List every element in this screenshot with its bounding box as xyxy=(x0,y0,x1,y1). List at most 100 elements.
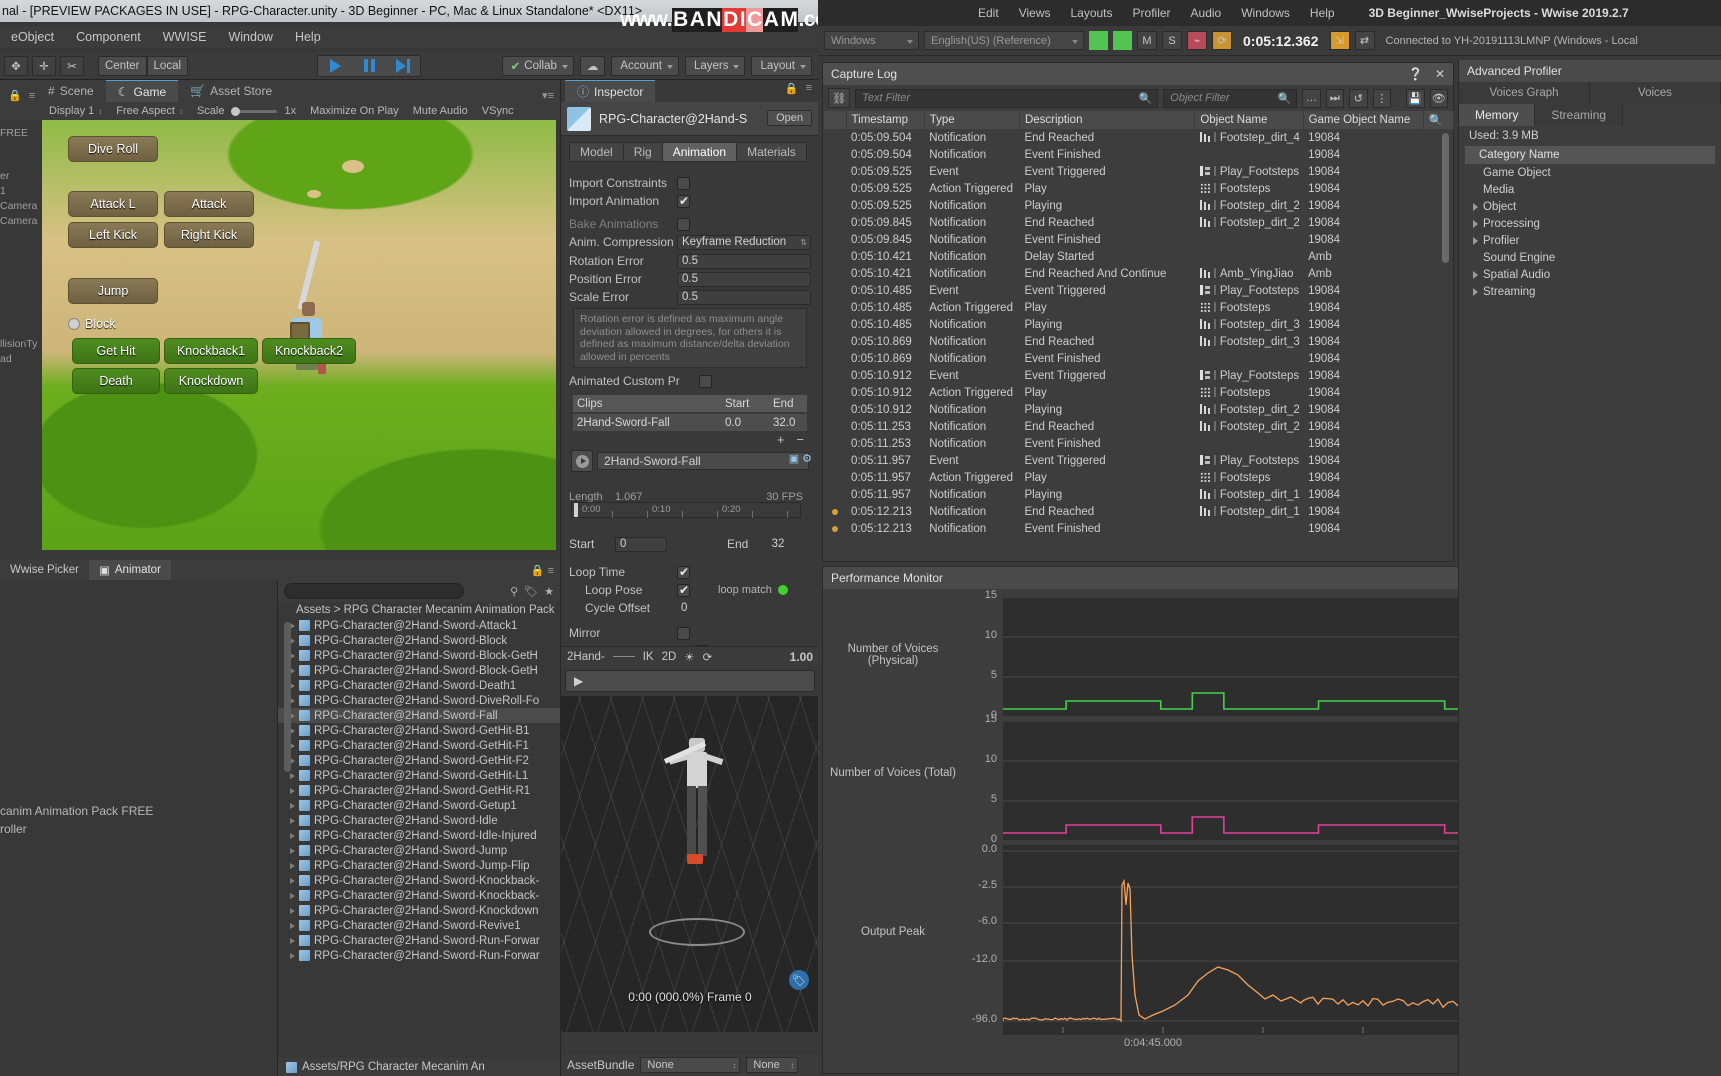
table-row[interactable]: 0:05:11.957 Notification Playing Footstep_d… xyxy=(824,486,1454,503)
category-row[interactable]: Profiler xyxy=(1459,232,1721,249)
asset-list-item[interactable]: RPG-Character@2Hand-Sword-Block-GetH xyxy=(278,663,560,678)
eye-icon[interactable]: 👁 xyxy=(1430,89,1448,108)
platform-dropdown[interactable]: Windows xyxy=(824,31,919,50)
collab-button[interactable]: ✔ Collab xyxy=(502,56,574,76)
asset-list-item[interactable]: RPG-Character@2Hand-Sword-Run-Forwar xyxy=(278,948,560,963)
follow-capture-button[interactable]: ⏭ xyxy=(1326,89,1344,108)
help-icon[interactable]: ❔ xyxy=(1408,67,1423,81)
project-search-input[interactable] xyxy=(284,583,464,599)
import-constraints-checkbox[interactable] xyxy=(677,177,690,190)
category-list[interactable]: Game Object Media Object Processing Profiler… xyxy=(1459,164,1721,300)
asset-list-item[interactable]: RPG-Character@2Hand-Sword-Idle-Injured xyxy=(278,828,560,843)
clip-timeline[interactable]: 0:00 0:10 0:20 xyxy=(571,502,801,518)
filter-label-icon[interactable]: 🏷 xyxy=(524,585,538,598)
table-row[interactable]: 0:05:11.957 Action Triggered Play Footsteps… xyxy=(824,469,1454,486)
capture-log-col-timestamp[interactable]: Timestamp xyxy=(846,111,924,129)
animated-custom-properties-checkbox[interactable] xyxy=(699,375,712,388)
table-row[interactable]: 0:05:11.957 Event Event Triggered Play_Foot… xyxy=(824,452,1454,469)
tab-game[interactable]: ☾ Game xyxy=(106,80,178,102)
table-row[interactable]: 0:05:11.253 Notification Event Finished 190… xyxy=(824,435,1454,452)
light-icon[interactable]: ☀ xyxy=(684,650,694,664)
table-row[interactable]: 0:05:12.213 Notification End Reached Footst… xyxy=(824,503,1454,520)
menu-help[interactable]: Help xyxy=(284,28,332,46)
asset-list-item[interactable]: RPG-Character@2Hand-Sword-Getup1 xyxy=(278,798,560,813)
layers-button[interactable]: Layers xyxy=(685,56,746,76)
settings-button[interactable]: ⋮ xyxy=(1373,89,1391,108)
profiler-loop-button[interactable]: ⟳ xyxy=(1212,31,1232,50)
tab-row-overflow[interactable]: ▾≡ xyxy=(542,89,560,102)
favorites-icon[interactable]: ★ xyxy=(544,585,554,598)
game-button-death[interactable]: Death xyxy=(72,368,160,394)
tab-asset-store[interactable]: 🛒 Asset Store xyxy=(178,80,284,102)
table-row[interactable]: 0:05:09.845 Notification End Reached Footst… xyxy=(824,214,1454,231)
tab-wwise-picker[interactable]: Wwise Picker xyxy=(0,560,89,580)
tab-inspector[interactable]: ⓘ Inspector xyxy=(565,80,655,102)
chevron-right-icon[interactable] xyxy=(290,908,295,914)
category-row[interactable]: Game Object xyxy=(1459,164,1721,181)
maximize-on-play-toggle[interactable]: Maximize On Play xyxy=(303,105,406,117)
loop-time-checkbox[interactable] xyxy=(677,566,690,579)
game-button-attack[interactable]: Attack xyxy=(164,191,254,217)
game-button-knockback1[interactable]: Knockback1 xyxy=(164,338,258,364)
preview-play-icon[interactable]: ▶ xyxy=(574,674,583,688)
chevron-right-icon[interactable] xyxy=(290,803,295,809)
capture-log-col-game-object-name[interactable]: Game Object Name xyxy=(1303,111,1423,129)
preview-tag-icon[interactable]: 🏷 xyxy=(789,970,809,990)
table-row[interactable]: 0:05:10.912 Notification Playing Footstep_d… xyxy=(824,401,1454,418)
table-row[interactable]: 0:05:10.912 Event Event Triggered Play_Foot… xyxy=(824,367,1454,384)
clip-name-input[interactable]: 2Hand-Sword-Fall xyxy=(597,452,809,470)
tab-rig[interactable]: Rig xyxy=(623,142,662,162)
field-anim-compression[interactable]: Anim. Compression Keyframe Reduction ⇅ xyxy=(569,233,811,251)
rotation-error-input[interactable]: 0.5 xyxy=(677,254,811,269)
wwise-menu-edit[interactable]: Edit xyxy=(968,3,1009,23)
table-row[interactable]: 0:05:09.525 Notification Playing Footstep_d… xyxy=(824,197,1454,214)
asset-list-item[interactable]: RPG-Character@2Hand-Sword-Knockback- xyxy=(278,873,560,888)
inspector-header-icons[interactable]: 🔒 ≡ xyxy=(785,82,812,95)
aspect-dropdown[interactable]: Free Aspect xyxy=(109,105,190,117)
chevron-right-icon[interactable] xyxy=(290,893,295,899)
cloud-button[interactable]: ☁ xyxy=(580,56,606,76)
game-toggle-block[interactable]: Block xyxy=(68,317,116,331)
tab-model[interactable]: Model xyxy=(569,142,623,162)
menu-component[interactable]: Component xyxy=(65,28,152,46)
asset-list-item[interactable]: RPG-Character@2Hand-Sword-DiveRoll-Fo xyxy=(278,693,560,708)
step-button[interactable] xyxy=(386,56,420,76)
tab-voices[interactable]: Voices xyxy=(1590,82,1721,104)
game-button-dive-roll[interactable]: Dive Roll xyxy=(68,136,158,162)
pivot-center-button[interactable]: Center xyxy=(98,56,147,76)
tab-voices-graph[interactable]: Voices Graph xyxy=(1459,82,1590,104)
table-row[interactable]: 0:05:09.525 Event Event Triggered Play_Foot… xyxy=(824,163,1454,180)
asset-list-item[interactable]: RPG-Character@2Hand-Sword-GetHit-R1 xyxy=(278,783,560,798)
capture-log-body[interactable]: 0:05:09.504 Notification End Reached Footst… xyxy=(824,129,1454,537)
move-tool-button[interactable]: ✛ xyxy=(32,56,56,76)
assetbundle-variant-dropdown[interactable]: None xyxy=(746,1057,798,1073)
menu-dots-icon[interactable]: ≡ xyxy=(29,90,35,102)
asset-list-item[interactable]: RPG-Character@2Hand-Sword-Knockdown xyxy=(278,903,560,918)
clips-table-row[interactable]: 2Hand-Sword-Fall 0.0 32.0 xyxy=(573,414,807,431)
hand-tool-button[interactable]: ✥ xyxy=(4,56,28,76)
loop-pose-checkbox[interactable] xyxy=(677,584,690,597)
table-row[interactable]: 0:05:12.213 Notification Event Finished 190… xyxy=(824,520,1454,537)
field-scale-error[interactable]: Scale Error 0.5 xyxy=(569,288,811,306)
chevron-right-icon[interactable] xyxy=(290,818,295,824)
table-row[interactable]: 0:05:09.504 Notification End Reached Footst… xyxy=(824,129,1454,146)
asset-list-item[interactable]: RPG-Character@2Hand-Sword-Attack1 xyxy=(278,618,560,633)
lock-icon[interactable]: 🔒 xyxy=(785,82,799,95)
preview-playbar[interactable]: ▶ xyxy=(565,670,815,692)
profiler-capture-button[interactable]: ⌁ xyxy=(1187,31,1207,50)
category-row[interactable]: Spatial Audio xyxy=(1459,266,1721,283)
capture-log-col-type[interactable]: Type xyxy=(924,111,1019,129)
picker-tab-icons[interactable]: 🔒 ≡ xyxy=(531,564,560,577)
game-button-attack-l[interactable]: Attack L xyxy=(68,191,158,217)
wwise-menu-windows[interactable]: Windows xyxy=(1231,3,1300,23)
menu-dots-icon[interactable]: ≡ xyxy=(806,82,812,95)
game-button-right-kick[interactable]: Right Kick xyxy=(164,222,254,248)
assetbundle-dropdown[interactable]: None xyxy=(640,1057,740,1073)
tab-streaming[interactable]: Streaming xyxy=(1535,104,1623,126)
category-row[interactable]: Processing xyxy=(1459,215,1721,232)
expand-triangle-icon[interactable] xyxy=(1473,237,1478,245)
more-options-button[interactable]: … xyxy=(1302,89,1320,108)
table-row[interactable]: 0:05:10.485 Event Event Triggered Play_Foot… xyxy=(824,282,1454,299)
asset-list-item[interactable]: RPG-Character@2Hand-Sword-GetHit-F1 xyxy=(278,738,560,753)
chevron-right-icon[interactable] xyxy=(290,833,295,839)
